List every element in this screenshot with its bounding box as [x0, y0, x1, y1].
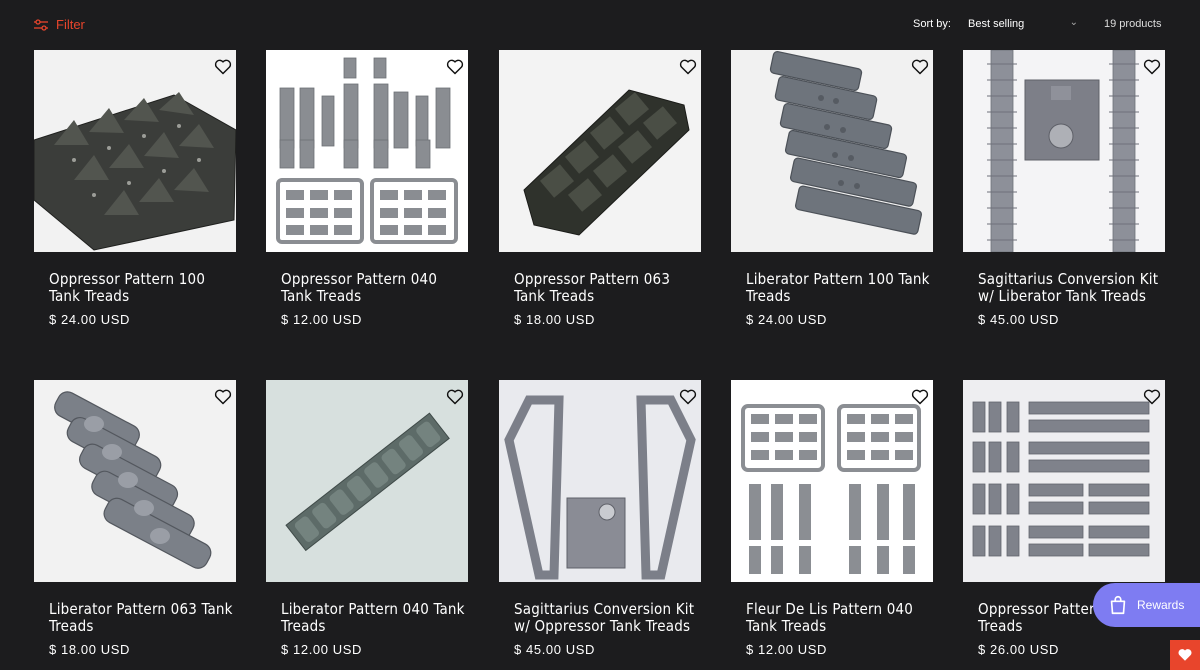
sliders-icon [34, 18, 48, 31]
product-image[interactable] [731, 380, 933, 582]
product-title[interactable]: Fleur De Lis Pattern 040 Tank Treads [746, 601, 934, 635]
heart-icon[interactable] [679, 59, 697, 75]
heart-icon[interactable] [911, 59, 929, 75]
product-price: $ 18.00 USD [514, 312, 596, 327]
heart-icon[interactable] [1143, 389, 1161, 405]
sort-select[interactable]: Best selling ⌄ [968, 17, 1080, 30]
product-card[interactable]: Oppressor Pattern 040 Tank Treads $ 12.0… [266, 50, 468, 350]
rewards-label: Rewards [1137, 598, 1185, 612]
product-card[interactable]: Liberator Pattern 063 Tank Treads $ 18.0… [34, 380, 236, 670]
product-card[interactable]: Sagittarius Conversion Kit w/ Liberator … [963, 50, 1165, 350]
product-card[interactable]: Oppressor Pattern 100 Tank Treads $ 24.0… [34, 50, 236, 350]
product-price: $ 24.00 USD [49, 312, 131, 327]
product-image[interactable] [963, 50, 1165, 252]
product-price: $ 45.00 USD [514, 642, 596, 657]
product-price: $ 12.00 USD [746, 642, 828, 657]
product-image[interactable] [499, 50, 701, 252]
product-image[interactable] [34, 380, 236, 582]
heart-icon[interactable] [446, 59, 464, 75]
filter-label: Filter [56, 17, 85, 32]
product-price: $ 26.00 USD [978, 642, 1060, 657]
product-price: $ 45.00 USD [978, 312, 1060, 327]
product-price: $ 12.00 USD [281, 312, 363, 327]
product-title[interactable]: Liberator Pattern 063 Tank Treads [49, 601, 237, 635]
rewards-button[interactable]: Rewards [1093, 583, 1200, 627]
chevron-down-icon: ⌄ [1069, 17, 1078, 28]
product-card[interactable]: Oppressor Pattern 063 Tank Treads $ 18.0… [499, 50, 701, 350]
product-title[interactable]: Sagittarius Conversion Kit w/ Oppressor … [514, 601, 702, 635]
product-image[interactable] [499, 380, 701, 582]
heart-icon[interactable] [1143, 59, 1161, 75]
product-image[interactable] [266, 50, 468, 252]
product-image[interactable] [266, 380, 468, 582]
product-card[interactable]: Sagittarius Conversion Kit w/ Oppressor … [499, 380, 701, 670]
product-title[interactable]: Sagittarius Conversion Kit w/ Liberator … [978, 271, 1166, 305]
wishlist-tab[interactable] [1170, 640, 1200, 670]
product-price: $ 12.00 USD [281, 642, 363, 657]
sort-value: Best selling [968, 18, 1025, 30]
product-title[interactable]: Liberator Pattern 100 Tank Treads [746, 271, 934, 305]
sort-label: Sort by: [913, 18, 951, 30]
heart-icon[interactable] [214, 59, 232, 75]
product-card[interactable]: Fleur De Lis Pattern 040 Tank Treads $ 1… [731, 380, 933, 670]
product-title[interactable]: Oppressor Pattern 063 Tank Treads [514, 271, 702, 305]
heart-icon [1178, 649, 1192, 661]
product-title[interactable]: Liberator Pattern 040 Tank Treads [281, 601, 469, 635]
product-image[interactable] [731, 50, 933, 252]
collection-toolbar: Filter Sort by: Best selling ⌄ 19 produc… [0, 0, 1200, 50]
heart-icon[interactable] [214, 389, 232, 405]
shopping-bag-icon [1110, 595, 1126, 615]
heart-icon[interactable] [911, 389, 929, 405]
product-image[interactable] [963, 380, 1165, 582]
product-price: $ 24.00 USD [746, 312, 828, 327]
product-card[interactable]: Liberator Pattern 040 Tank Treads $ 12.0… [266, 380, 468, 670]
heart-icon[interactable] [679, 389, 697, 405]
product-title[interactable]: Oppressor Pattern 100 Tank Treads [49, 271, 237, 305]
heart-icon[interactable] [446, 389, 464, 405]
product-card[interactable]: Liberator Pattern 100 Tank Treads $ 24.0… [731, 50, 933, 350]
filter-button[interactable]: Filter [34, 17, 85, 32]
product-image[interactable] [34, 50, 236, 252]
product-price: $ 18.00 USD [49, 642, 131, 657]
product-title[interactable]: Oppressor Pattern 040 Tank Treads [281, 271, 469, 305]
product-count: 19 products [1104, 18, 1162, 30]
